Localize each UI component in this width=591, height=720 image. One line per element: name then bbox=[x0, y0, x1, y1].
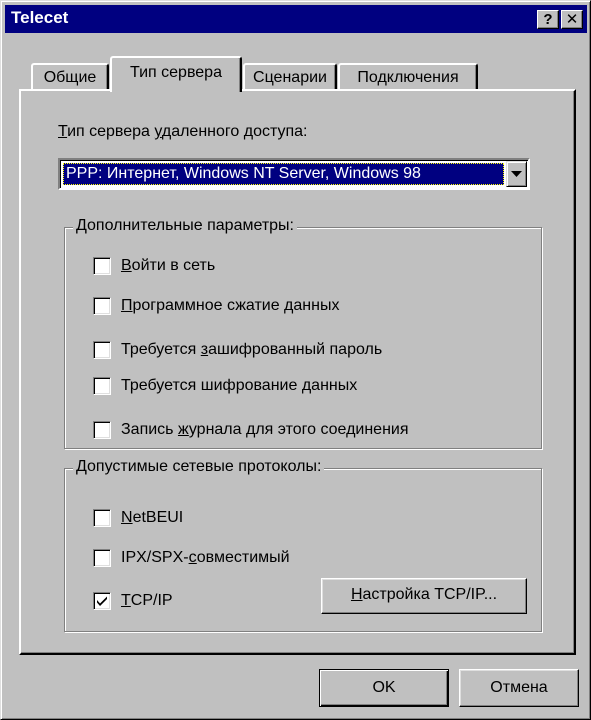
checkbox-label: Требуется зашифрованный пароль bbox=[121, 341, 383, 358]
checkbox[interactable] bbox=[93, 592, 111, 610]
checkbox[interactable] bbox=[93, 377, 111, 395]
help-icon: ? bbox=[543, 11, 553, 28]
checkbox-label: Требуется шифрование данных bbox=[121, 377, 358, 394]
checkbox-label: Запись журнала для этого соединения bbox=[121, 421, 409, 438]
tab-general[interactable]: Общие bbox=[31, 63, 109, 91]
checkbox[interactable] bbox=[93, 421, 111, 439]
close-icon: ✕ bbox=[565, 11, 579, 28]
checkbox-label: Войти в сеть bbox=[121, 257, 216, 274]
checkbox-label: NetBEUI bbox=[121, 509, 184, 526]
checkbox[interactable] bbox=[93, 509, 111, 527]
tab-label: Общие bbox=[43, 69, 97, 86]
checkbox-label: IPX/SPX-совместимый bbox=[121, 549, 290, 566]
close-button[interactable]: ✕ bbox=[561, 10, 583, 29]
tab-scripts[interactable]: Сценарии bbox=[243, 63, 337, 91]
tab-label: Сценарии bbox=[253, 69, 327, 86]
checkbox[interactable] bbox=[93, 549, 111, 567]
checkbox[interactable] bbox=[93, 297, 111, 315]
checkbox-label: Программное сжатие данных bbox=[121, 297, 340, 314]
tab-connections[interactable]: Подключения bbox=[338, 63, 478, 91]
title-bar[interactable]: Telecet ? ✕ bbox=[5, 5, 587, 33]
checkbox-label: TCP/IP bbox=[121, 592, 173, 609]
checkbox[interactable] bbox=[93, 257, 111, 275]
chevron-down-icon bbox=[511, 171, 522, 177]
group-caption: Допустимые сетевые протоколы: bbox=[73, 458, 325, 476]
dropdown-button[interactable] bbox=[506, 161, 527, 187]
server-type-select[interactable]: PPP: Интернет, Windows NT Server, Window… bbox=[58, 158, 530, 190]
server-type-value: PPP: Интернет, Windows NT Server, Window… bbox=[63, 163, 504, 185]
check-icon bbox=[97, 596, 107, 606]
cancel-button[interactable]: Отмена bbox=[459, 669, 579, 707]
checkbox[interactable] bbox=[93, 341, 111, 359]
tcpip-settings-button[interactable]: Настройка TCP/IP... bbox=[321, 578, 527, 614]
tab-server-type[interactable]: Тип сервера bbox=[110, 56, 242, 92]
help-button[interactable]: ? bbox=[537, 10, 559, 29]
group-caption: Дополнительные параметры: bbox=[73, 217, 297, 235]
tab-label: Подключения bbox=[357, 69, 459, 86]
server-type-label: Тип сервера удаленного доступа: bbox=[58, 123, 308, 140]
window-title: Telecet bbox=[11, 8, 69, 27]
ok-button[interactable]: OK bbox=[319, 669, 449, 707]
tab-label: Тип сервера bbox=[130, 64, 222, 81]
dialog-window: Telecet ? ✕ Общие Тип сервера Сценарии П… bbox=[0, 0, 591, 720]
